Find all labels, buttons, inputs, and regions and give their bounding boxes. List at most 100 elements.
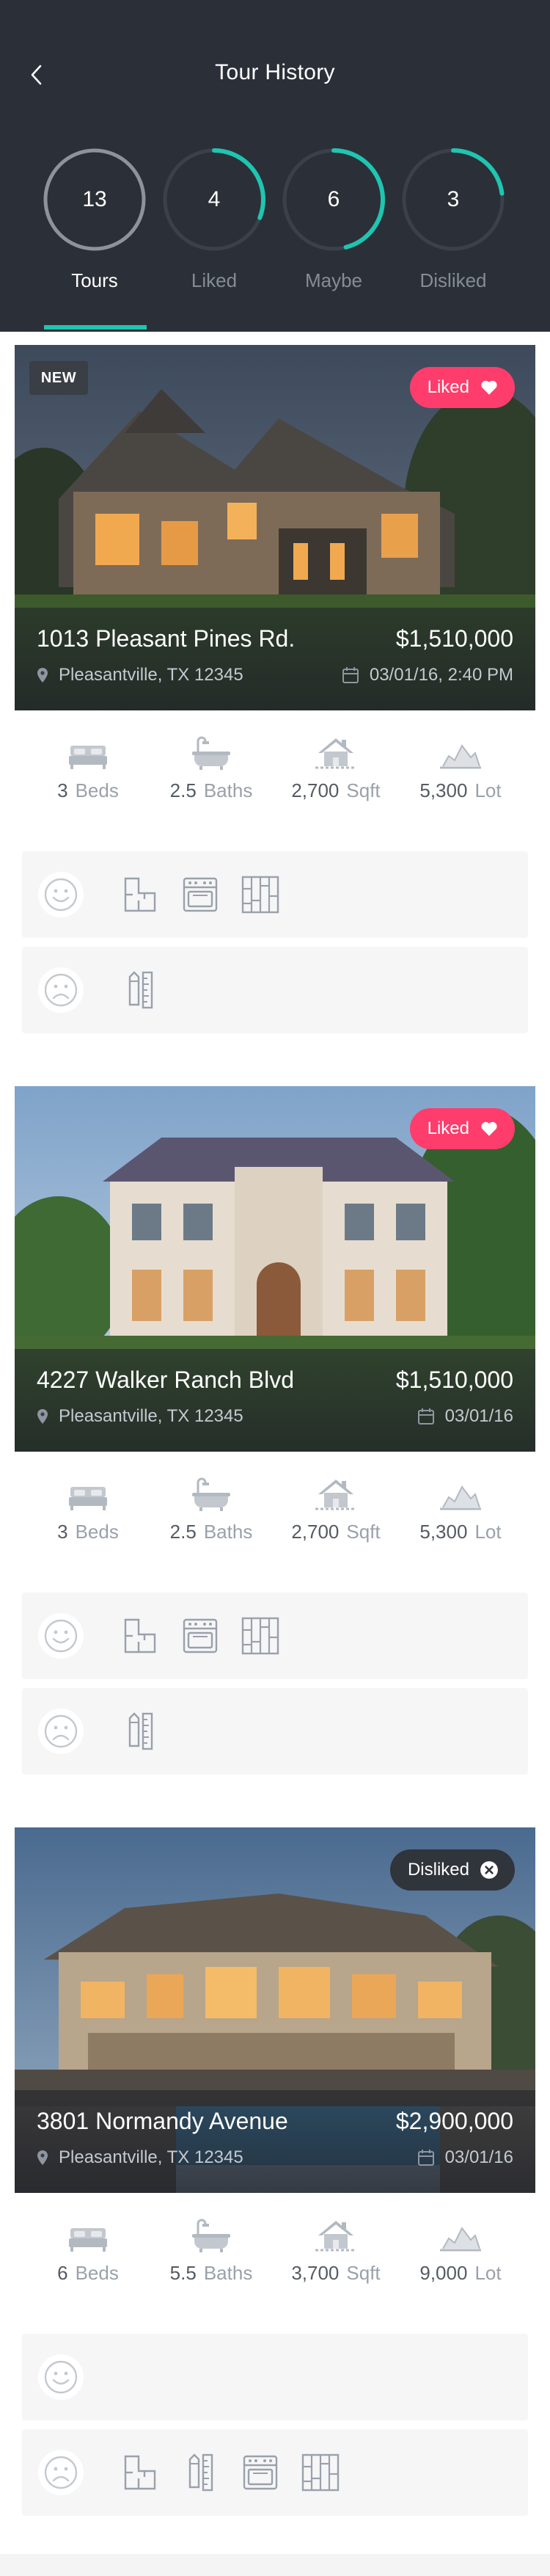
beds-value: 3	[57, 1521, 68, 1543]
disliked-tag-design[interactable]	[177, 2450, 223, 2495]
lot-unit: Lot	[474, 779, 502, 801]
calendar-icon	[417, 1408, 435, 1425]
disliked-tag-design[interactable]	[117, 1709, 163, 1754]
lot-icon	[439, 1480, 483, 1512]
new-badge: NEW	[29, 361, 88, 395]
spec-baths: 5.5 Baths	[153, 2202, 270, 2285]
frown-icon	[43, 972, 78, 1008]
smile-badge	[38, 872, 84, 917]
stove-icon	[180, 1615, 221, 1656]
liked-tag-floorplan[interactable]	[117, 1613, 163, 1659]
frown-badge	[38, 1709, 84, 1754]
close-circle-icon	[480, 1860, 499, 1880]
baths-unit: Baths	[203, 1521, 253, 1543]
tab-label-disliked: Disliked	[419, 269, 487, 291]
dislikes-row[interactable]	[22, 1688, 528, 1775]
disliked-count: 3	[447, 187, 460, 211]
active-tab-indicator	[44, 325, 147, 330]
property-photo[interactable]: NEW Liked 1013 Pleasant Pines Rd. $1,510…	[15, 345, 535, 710]
tab-disliked[interactable]: 3 Disliked	[401, 148, 505, 292]
tour-date: 03/01/16	[417, 1406, 513, 1427]
property-photo[interactable]: Liked 4227 Walker Ranch Blvd $1,510,000 …	[15, 1086, 535, 1452]
liked-tag-stove[interactable]	[177, 872, 223, 917]
disliked-tag-floorplan[interactable]	[117, 2450, 163, 2495]
property-photo[interactable]: Disliked 3801 Normandy Avenue $2,900,000…	[15, 1827, 535, 2193]
spec-lot: 5,300 Lot	[402, 1460, 519, 1543]
disliked-tag-stove[interactable]	[238, 2450, 283, 2495]
property-address: 4227 Walker Ranch Blvd	[37, 1367, 294, 1393]
status-label: Liked	[427, 1118, 469, 1138]
listing-card[interactable]: Liked 4227 Walker Ranch Blvd $1,510,000 …	[0, 1086, 550, 1827]
smile-icon	[43, 1618, 78, 1653]
location-text: Pleasantville, TX 12345	[59, 2147, 243, 2167]
baths-unit: Baths	[203, 2262, 253, 2284]
baths-value: 5.5	[169, 2262, 197, 2284]
tab-maybe[interactable]: 6 Maybe	[282, 148, 386, 292]
lot-value: 5,300	[419, 779, 468, 801]
lot-value: 9,000	[419, 2262, 468, 2284]
status-label: Liked	[427, 377, 469, 397]
property-specs: 6 Beds 5.5 Baths 3,700 Sqft 9,000 Lot	[15, 2202, 535, 2297]
stove-icon	[240, 2452, 281, 2493]
liked-tag-flooring[interactable]	[238, 1613, 283, 1659]
liked-tag-floorplan[interactable]	[117, 872, 163, 917]
spec-beds: 3 Beds	[29, 1460, 147, 1543]
disliked-tag-flooring[interactable]	[298, 2450, 343, 2495]
pencil-ruler-icon	[180, 2452, 221, 2493]
beds-value: 6	[57, 2262, 68, 2284]
spec-beds: 6 Beds	[29, 2202, 147, 2285]
bed-icon	[67, 741, 109, 771]
liked-tag-stove[interactable]	[177, 1613, 223, 1659]
liked-status-pill[interactable]: Liked	[409, 367, 515, 408]
disliked-ring: 3	[401, 148, 505, 252]
disliked-status-pill[interactable]: Disliked	[389, 1849, 515, 1891]
spec-lot: 5,300 Lot	[402, 719, 519, 802]
spec-baths: 2.5 Baths	[153, 719, 270, 802]
location-text: Pleasantville, TX 12345	[59, 1406, 243, 1426]
listing-card[interactable]: NEW Liked 1013 Pleasant Pines Rd. $1,510…	[0, 345, 550, 1086]
location-pin-icon	[37, 1408, 48, 1425]
photo-overlay	[15, 608, 535, 710]
property-address: 1013 Pleasant Pines Rd.	[37, 625, 296, 652]
heart-icon	[480, 378, 499, 397]
dislikes-row[interactable]	[22, 2429, 528, 2516]
lot-icon	[439, 738, 483, 771]
likes-row[interactable]	[22, 2334, 528, 2420]
pencil-ruler-icon	[120, 969, 161, 1011]
smile-icon	[43, 877, 78, 912]
frown-badge	[38, 967, 84, 1013]
beds-value: 3	[57, 779, 68, 801]
likes-row[interactable]	[22, 851, 528, 938]
spec-lot: 9,000 Lot	[402, 2202, 519, 2285]
spec-sqft: 3,700 Sqft	[277, 2202, 395, 2285]
lot-icon	[439, 2221, 483, 2253]
smile-badge	[38, 2354, 84, 2400]
lot-value: 5,300	[419, 1521, 468, 1543]
tour-date-text: 03/01/16	[444, 2147, 513, 2167]
property-price: $1,510,000	[395, 1367, 513, 1393]
smile-badge	[38, 1613, 84, 1659]
property-location: Pleasantville, TX 12345	[37, 665, 243, 685]
dislikes-row[interactable]	[22, 947, 528, 1033]
liked-tag-flooring[interactable]	[238, 872, 283, 917]
bed-icon	[67, 2224, 109, 2253]
listing-card[interactable]: Disliked 3801 Normandy Avenue $2,900,000…	[0, 1827, 550, 2569]
property-address: 3801 Normandy Avenue	[37, 2108, 288, 2134]
photo-overlay	[15, 2090, 535, 2193]
liked-count: 4	[208, 187, 221, 211]
liked-status-pill[interactable]: Liked	[409, 1108, 515, 1149]
tab-tours[interactable]: 13 Tours	[43, 148, 147, 292]
bed-icon	[67, 1482, 109, 1512]
page-title: Tour History	[215, 60, 335, 84]
maybe-count: 6	[327, 187, 340, 211]
bathtub-icon	[191, 2218, 232, 2253]
tab-liked[interactable]: 4 Liked	[162, 148, 266, 292]
disliked-tag-design[interactable]	[117, 967, 163, 1013]
baths-unit: Baths	[203, 779, 253, 801]
calendar-icon	[342, 666, 359, 684]
floorplan-icon	[120, 874, 161, 915]
maybe-ring: 6	[282, 148, 386, 252]
sqft-value: 3,700	[291, 2262, 340, 2284]
pencil-ruler-icon	[120, 1711, 161, 1752]
likes-row[interactable]	[22, 1593, 528, 1679]
